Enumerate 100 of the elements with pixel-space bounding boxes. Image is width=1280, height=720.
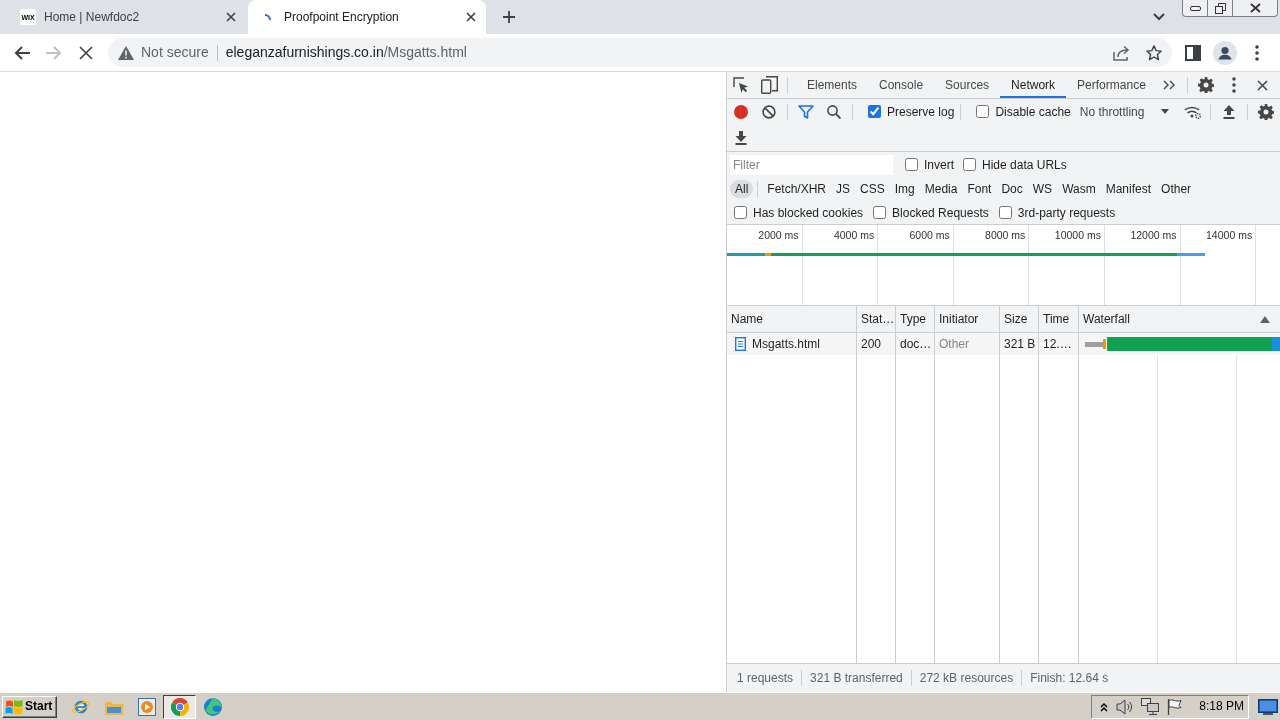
color-wheel-icon[interactable] [170, 697, 189, 716]
type-filter-button[interactable]: Font [962, 179, 997, 199]
clock-time[interactable]: 8:18 PM [1199, 699, 1244, 714]
timeline-tick-label: 10000 ms [1054, 229, 1101, 241]
url-text: eleganzafurnishings.co.in/Msgatts.html [225, 44, 467, 61]
cursor-in-box-icon[interactable] [733, 77, 749, 93]
plus-icon[interactable] [503, 11, 515, 23]
play-button-icon[interactable] [137, 697, 156, 716]
address-bar[interactable]: Not secure eleganzafurnishings.co.in/Msgatts.html [108, 38, 1172, 67]
timeline-tick-label: 4000 ms [833, 229, 875, 241]
side-panel-icon[interactable] [1185, 44, 1201, 61]
table-cell: 321 B [1000, 333, 1039, 355]
checkbox-label[interactable]: Invert [924, 157, 954, 173]
table-cell: doc… [896, 333, 935, 355]
type-filter-button[interactable]: All [730, 179, 754, 199]
record-icon[interactable] [734, 105, 748, 119]
speaker-icon[interactable] [1116, 698, 1134, 715]
type-filter-button[interactable]: Other [1156, 179, 1197, 199]
restore-icon[interactable] [1214, 2, 1226, 14]
clear-icon[interactable] [762, 105, 776, 119]
timeline-tick-label: 8000 ms [985, 229, 1026, 241]
double-chevron-icon[interactable] [1162, 80, 1175, 90]
type-filter-button[interactable]: WS [1027, 179, 1058, 199]
swirl-icon[interactable] [203, 697, 222, 716]
type-filter-button[interactable]: Wasm [1057, 179, 1101, 199]
checkbox[interactable] [998, 206, 1012, 220]
column-header[interactable]: Size [1000, 306, 1039, 333]
checkbox-label[interactable]: Hide data URLs [982, 157, 1067, 173]
close-icon[interactable] [226, 12, 236, 22]
start-button[interactable]: Start [2, 695, 57, 718]
checkbox-label[interactable]: Blocked Requests [892, 205, 989, 221]
checkbox[interactable] [963, 158, 976, 172]
flag-icon[interactable] [1167, 698, 1184, 715]
checkbox[interactable] [905, 158, 918, 172]
chevron-down-icon[interactable] [1153, 13, 1165, 21]
close-icon[interactable] [1256, 79, 1268, 91]
timeline-tick-label: 12000 ms [1130, 229, 1177, 241]
column-header[interactable]: Type [896, 306, 935, 333]
checkbox-label[interactable]: Has blocked cookies [753, 205, 864, 221]
status-text: 321 B transferred [809, 670, 904, 686]
throttling-select[interactable]: No throttling [1075, 104, 1175, 120]
type-filter-button[interactable]: Fetch/XHR [762, 179, 832, 199]
download-icon[interactable] [735, 131, 747, 145]
type-filter-button[interactable]: JS [831, 179, 856, 199]
e-letter-icon[interactable] [70, 699, 91, 714]
checkbox[interactable] [734, 206, 747, 220]
star-icon[interactable] [1146, 44, 1162, 61]
type-filter-button[interactable]: Media [919, 179, 963, 199]
settings-icon[interactable] [1198, 77, 1214, 93]
caret-icon[interactable] [1161, 109, 1169, 115]
x-icon[interactable] [79, 45, 93, 60]
warning-icon[interactable] [118, 45, 134, 60]
back-arrow-icon[interactable] [14, 45, 30, 60]
filter-icon[interactable] [798, 105, 814, 119]
network-computers-icon[interactable] [1141, 698, 1160, 715]
column-header[interactable]: Time [1039, 306, 1079, 333]
devtools-tab[interactable]: Sources [934, 72, 1001, 98]
checkbox-label[interactable]: 3rd-party requests [1017, 205, 1116, 221]
close-icon[interactable] [1249, 3, 1261, 13]
checkbox[interactable] [976, 105, 990, 119]
minimize-icon[interactable] [1189, 5, 1201, 11]
close-icon[interactable] [466, 12, 476, 22]
type-filter-button[interactable]: Manifest [1100, 179, 1157, 199]
filter-input[interactable]: Filter [730, 155, 893, 175]
upload-icon[interactable] [1223, 105, 1235, 119]
checkbox-label[interactable]: Preserve log [887, 104, 955, 120]
timeline-tick-label: 6000 ms [909, 229, 950, 241]
security-label[interactable]: Not secure [141, 44, 209, 61]
wifi-gear-icon[interactable] [1183, 105, 1201, 119]
phone-tablet-icon[interactable] [760, 76, 778, 94]
status-text: 272 kB resources [918, 670, 1015, 686]
sort-arrow-icon[interactable] [1260, 315, 1270, 323]
kebab-menu-icon[interactable] [1232, 77, 1236, 93]
search-icon[interactable] [827, 105, 841, 119]
profile-avatar-icon[interactable] [1213, 40, 1237, 65]
devtools-tab[interactable]: Console [868, 72, 935, 98]
devtools-tab[interactable]: Performance [1066, 72, 1157, 98]
timeline-tick-label: 14000 ms [1206, 229, 1253, 241]
type-filter-button[interactable]: Doc [996, 179, 1028, 199]
column-header[interactable]: Stat… [857, 306, 896, 333]
checkbox-label[interactable]: Disable cache [995, 104, 1071, 120]
browser-tab[interactable]: Proofpoint Encryption [248, 0, 486, 34]
column-header[interactable]: Name [727, 306, 857, 333]
status-text: Finish: 12.64 s [1029, 670, 1110, 686]
column-header[interactable]: Waterfall [1079, 306, 1280, 333]
type-filter-button[interactable]: Img [889, 179, 920, 199]
settings-icon[interactable] [1258, 104, 1274, 120]
monitor-icon[interactable] [1258, 698, 1278, 715]
type-filter-button[interactable]: CSS [855, 179, 890, 199]
double-chevron-up-icon[interactable] [1100, 701, 1109, 712]
checkbox[interactable] [873, 206, 887, 220]
column-header[interactable]: Initiator [935, 306, 1000, 333]
table-cell: 12.… [1039, 333, 1079, 355]
devtools-tab[interactable]: Elements [796, 72, 869, 98]
taskbar-button[interactable] [163, 694, 196, 719]
table-cell: Other [935, 333, 1000, 355]
kebab-menu-icon[interactable] [1255, 44, 1259, 61]
share-icon[interactable] [1113, 44, 1130, 61]
checkbox[interactable] [868, 105, 881, 119]
request-name-cell[interactable]: Msgatts.html [727, 333, 857, 355]
